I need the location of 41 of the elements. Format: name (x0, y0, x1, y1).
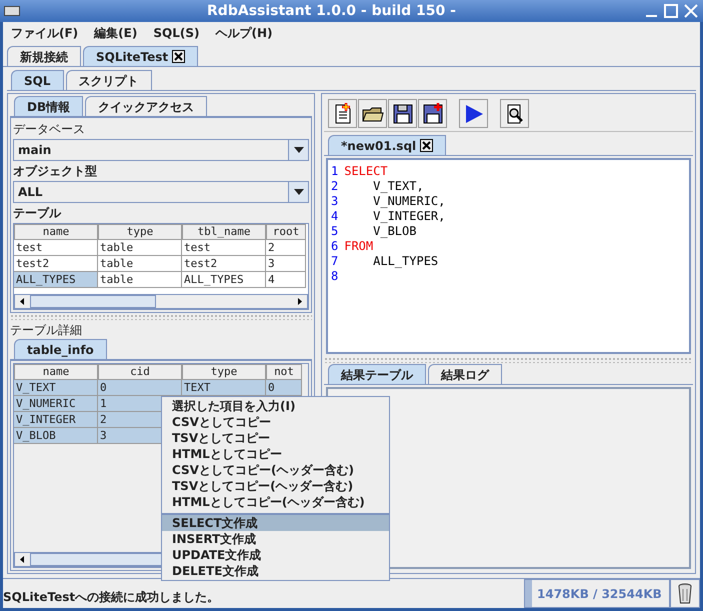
section-label: テーブル詳細 (10, 322, 83, 339)
table-cell: test2 (14, 256, 98, 272)
table-cell: test (14, 240, 98, 256)
field-label: データベース (13, 121, 86, 138)
line-number: 7 (331, 254, 338, 269)
line-number: 3 (331, 194, 338, 209)
window-title: RdbAssistant 1.0.0 - build 150 - (206, 2, 457, 20)
code-line: FROM (344, 239, 374, 254)
table-cell: table (98, 272, 182, 288)
table-cell: 3 (266, 256, 306, 272)
code-line: SELECT (344, 164, 388, 179)
table-cell: test (182, 240, 266, 256)
table-cell: table (98, 240, 182, 256)
line-number: 2 (331, 179, 338, 194)
memory-reading: 1478KB / 32544KB (536, 586, 662, 602)
table-cell: V_TEXT (14, 380, 98, 396)
status-message: SQLiteTestへの接続に成功しました。 (3, 589, 220, 606)
field-label: テーブル (13, 205, 62, 222)
table-cell: 0 (98, 380, 182, 396)
code-line: V_INTEGER, (372, 209, 446, 224)
table-cell: V_BLOB (14, 428, 98, 444)
table-cell: 0 (266, 380, 302, 396)
table-cell: V_INTEGER (14, 412, 98, 428)
table-cell: ALL_TYPES (182, 272, 266, 288)
line-number: 6 (331, 239, 338, 254)
table-cell: test2 (182, 256, 266, 272)
line-number: 5 (331, 224, 338, 239)
code-line: V_TEXT, (372, 179, 424, 194)
line-number: 1 (331, 164, 338, 179)
field-label: オブジェクト型 (13, 163, 98, 180)
table-cell: ALL_TYPES (14, 272, 98, 288)
code-line: V_NUMERIC, (372, 194, 446, 209)
code-line: V_BLOB (372, 224, 416, 239)
table-cell: 4 (266, 272, 306, 288)
table-cell: 2 (266, 240, 306, 256)
table-cell: TEXT (182, 380, 266, 396)
code-line: ALL_TYPES (372, 254, 438, 269)
table-cell: V_NUMERIC (14, 396, 98, 412)
line-number: 8 (331, 269, 338, 284)
line-number: 4 (331, 209, 338, 224)
table-cell: table (98, 256, 182, 272)
